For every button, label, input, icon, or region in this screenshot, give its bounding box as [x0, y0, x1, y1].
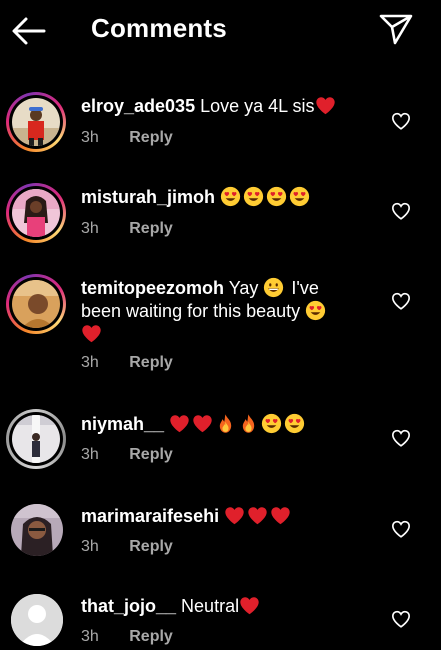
avatar — [12, 415, 60, 463]
comment-item: misturah_jimoh 3h Reply — [0, 180, 441, 250]
story-ring[interactable] — [6, 183, 66, 243]
like-heart-icon[interactable] — [391, 292, 411, 310]
story-ring[interactable] — [6, 92, 66, 152]
red-heart-icon — [247, 505, 268, 526]
reply-button[interactable]: Reply — [129, 446, 173, 463]
reply-button[interactable]: Reply — [129, 538, 173, 555]
reply-button[interactable]: Reply — [129, 628, 173, 645]
red-heart-icon — [224, 505, 245, 526]
comment-username[interactable]: temitopeezomoh — [81, 278, 224, 298]
comments-screen: Comments elroy_ade035 Love ya 4L sis 3h … — [0, 0, 441, 650]
comment-time: 3h — [81, 129, 99, 146]
avatar — [12, 280, 60, 328]
comment-text: Love ya 4L sis — [200, 96, 315, 116]
comment-username[interactable]: marimaraifesehi — [81, 506, 219, 526]
heart-eyes-icon — [284, 413, 305, 434]
comment-username[interactable]: that_jojo__ — [81, 596, 176, 616]
reply-button[interactable]: Reply — [129, 129, 173, 146]
red-heart-icon — [270, 505, 291, 526]
heart-eyes-icon — [266, 186, 287, 207]
avatar[interactable] — [11, 594, 63, 646]
like-heart-icon[interactable] — [391, 429, 411, 447]
red-heart-icon — [239, 595, 260, 616]
comment-time: 3h — [81, 538, 99, 555]
comment-item: temitopeezomoh Yay I've been waiting for… — [0, 272, 441, 382]
header: Comments — [0, 0, 441, 62]
back-button[interactable] — [10, 14, 48, 48]
red-heart-icon — [315, 95, 336, 116]
fire-icon — [238, 413, 259, 434]
reply-button[interactable]: Reply — [129, 354, 173, 371]
comment-time: 3h — [81, 220, 99, 237]
arrow-left-icon — [12, 17, 46, 45]
comment-time: 3h — [81, 446, 99, 463]
red-heart-icon — [81, 323, 102, 344]
avatar[interactable] — [11, 504, 63, 556]
heart-eyes-icon — [243, 186, 264, 207]
avatar — [12, 189, 60, 237]
comment-time: 3h — [81, 354, 99, 371]
heart-eyes-icon — [220, 186, 241, 207]
default-avatar-icon — [11, 594, 63, 646]
heart-eyes-icon — [261, 413, 282, 434]
reply-button[interactable]: Reply — [129, 220, 173, 237]
comment-text: been waiting for this beauty — [81, 301, 301, 321]
story-ring[interactable] — [6, 409, 66, 469]
like-heart-icon[interactable] — [391, 202, 411, 220]
avatar — [12, 98, 60, 146]
grinning-face-icon — [263, 277, 284, 298]
comment-item: that_jojo__ Neutral 3h Reply — [0, 590, 441, 650]
comment-time: 3h — [81, 628, 99, 645]
heart-eyes-icon — [289, 186, 310, 207]
red-heart-icon — [192, 413, 213, 434]
comment-text: I've — [291, 278, 319, 298]
heart-eyes-icon — [305, 300, 326, 321]
paper-plane-icon — [379, 14, 413, 45]
comment-username[interactable]: niymah__ — [81, 414, 164, 434]
red-heart-icon — [169, 413, 190, 434]
story-ring[interactable] — [6, 274, 66, 334]
like-heart-icon[interactable] — [391, 112, 411, 130]
comment-text: Neutral — [181, 596, 240, 616]
fire-icon — [215, 413, 236, 434]
comment-item: niymah__ 3h Reply — [0, 408, 441, 478]
like-heart-icon[interactable] — [391, 610, 411, 628]
comment-username[interactable]: misturah_jimoh — [81, 187, 215, 207]
like-heart-icon[interactable] — [391, 520, 411, 538]
comment-item: marimaraifesehi 3h Reply — [0, 500, 441, 570]
comment-text: Yay — [228, 278, 259, 298]
share-button[interactable] — [378, 12, 414, 46]
comment-item: elroy_ade035 Love ya 4L sis 3h Reply — [0, 90, 441, 160]
page-title: Comments — [91, 13, 227, 43]
comment-username[interactable]: elroy_ade035 — [81, 96, 195, 116]
